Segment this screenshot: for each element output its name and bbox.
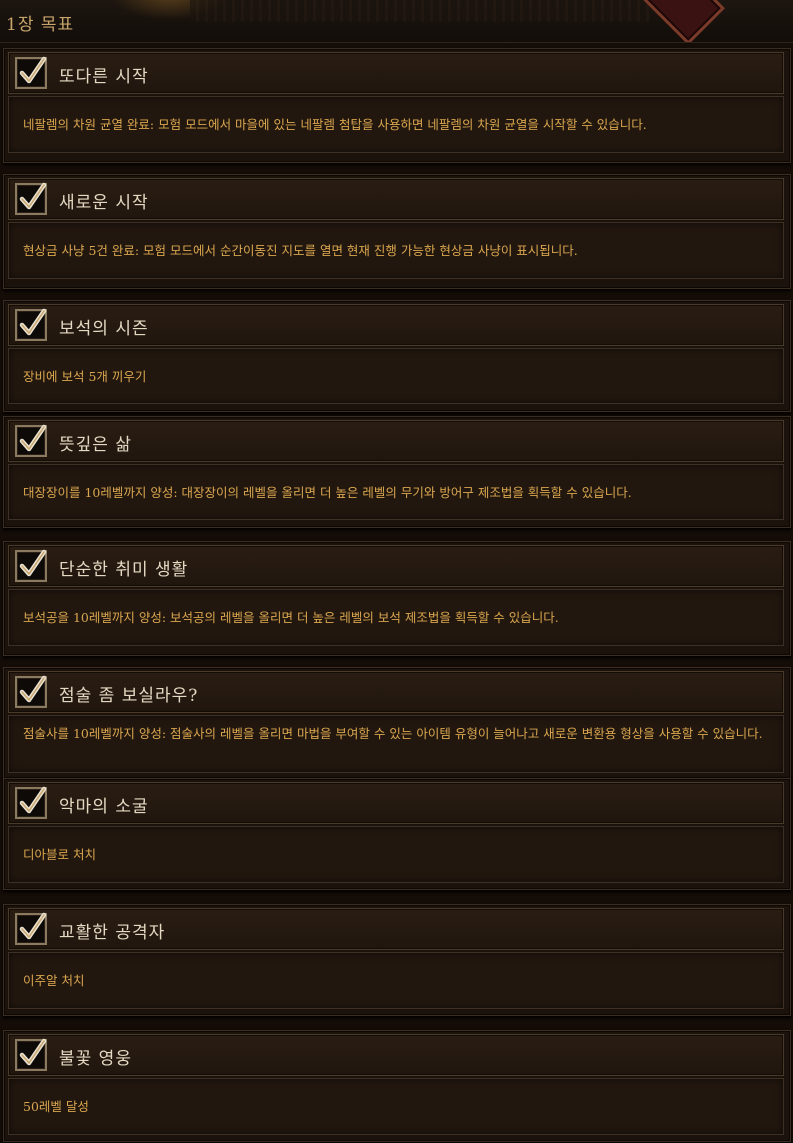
checkmark-icon	[19, 1038, 47, 1066]
achievement-description: 네팔렘의 차원 균열 완료: 모험 모드에서 마을에 있는 네팔렘 첨탑을 사용…	[23, 117, 647, 132]
achievement-title-bar: 악마의 소굴	[8, 782, 784, 824]
achievement-description-box: 장비에 보석 5개 끼우기	[8, 348, 784, 404]
achievement-panel: 새로운 시작 현상금 사냥 5건 완료: 모험 모드에서 순간이동진 지도를 열…	[3, 174, 791, 289]
achievement-checkbox	[15, 424, 47, 457]
achievement-title-bar: 뜻깊은 삶	[8, 420, 784, 462]
achievement-title-bar: 단순한 취미 생활	[8, 545, 784, 587]
checkmark-icon	[19, 56, 47, 84]
achievement-title-bar: 점술 좀 보실라우?	[8, 671, 784, 713]
achievement-title-bar: 또다른 시작	[8, 52, 784, 94]
achievement-description-box: 보석공을 10레벨까지 양성: 보석공의 레벨을 올리면 더 높은 레벨의 보석…	[8, 589, 784, 646]
achievement-description-box: 디아블로 처치	[8, 826, 784, 883]
achievement-checkbox	[15, 786, 47, 819]
checkmark-icon	[19, 308, 47, 336]
achievement-panel: 또다른 시작 네팔렘의 차원 균열 완료: 모험 모드에서 마을에 있는 네팔렘…	[3, 48, 791, 163]
achievement-description-box: 50레벨 달성	[8, 1078, 784, 1135]
achievement-panel: 교활한 공격자 이주알 처치	[3, 904, 791, 1016]
achievement-description-box: 이주알 처치	[8, 952, 784, 1009]
achievement-checkbox	[15, 56, 47, 89]
achievement-title: 불꽃 영웅	[59, 1049, 132, 1069]
header-ornament	[190, 0, 650, 22]
checkmark-icon	[19, 549, 47, 577]
achievement-description-box: 점술사를 10레벨까지 양성: 점술사의 레벨을 올리면 마법을 부여할 수 있…	[8, 715, 784, 773]
achievement-panel: 악마의 소굴 디아블로 처치	[3, 778, 791, 890]
checkmark-icon	[19, 675, 47, 703]
chapter-title: 1장 목표	[6, 15, 75, 35]
achievement-checkbox	[15, 1038, 47, 1071]
checkmark-icon	[19, 912, 47, 940]
achievement-checkbox	[15, 549, 47, 582]
checkmark-icon	[19, 424, 47, 452]
achievement-title-bar: 보석의 시즌	[8, 304, 784, 346]
achievement-title: 점술 좀 보실라우?	[59, 686, 199, 706]
objectives-header: 1장 목표	[0, 0, 793, 43]
achievement-title: 교활한 공격자	[59, 923, 166, 943]
achievement-description-box: 네팔렘의 차원 균열 완료: 모험 모드에서 마을에 있는 네팔렘 첨탑을 사용…	[8, 96, 784, 153]
achievement-description: 점술사를 10레벨까지 양성: 점술사의 레벨을 올리면 마법을 부여할 수 있…	[23, 726, 763, 741]
achievement-description: 이주알 처치	[23, 973, 85, 988]
achievement-description: 디아블로 처치	[23, 847, 96, 862]
emblem-icon	[642, 0, 726, 42]
achievement-checkbox	[15, 912, 47, 945]
achievement-description: 현상금 사냥 5건 완료: 모험 모드에서 순간이동진 지도를 열면 현재 진행…	[23, 243, 578, 258]
achievement-panel: 불꽃 영웅 50레벨 달성	[3, 1030, 791, 1142]
achievement-description-box: 현상금 사냥 5건 완료: 모험 모드에서 순간이동진 지도를 열면 현재 진행…	[8, 222, 784, 279]
achievement-description: 장비에 보석 5개 끼우기	[23, 369, 147, 384]
achievement-title: 뜻깊은 삶	[59, 435, 132, 455]
checkmark-icon	[19, 786, 47, 814]
achievement-title: 새로운 시작	[59, 193, 149, 213]
achievement-checkbox	[15, 182, 47, 215]
achievement-checkbox	[15, 675, 47, 708]
achievement-title-bar: 불꽃 영웅	[8, 1034, 784, 1076]
achievement-panel: 단순한 취미 생활 보석공을 10레벨까지 양성: 보석공의 레벨을 올리면 더…	[3, 541, 791, 656]
achievement-description: 50레벨 달성	[23, 1099, 89, 1114]
checkmark-icon	[19, 182, 47, 210]
achievement-title: 보석의 시즌	[59, 319, 149, 339]
achievement-checkbox	[15, 308, 47, 341]
achievement-description-box: 대장장이를 10레벨까지 양성: 대장장이의 레벨을 올리면 더 높은 레벨의 …	[8, 464, 784, 520]
achievement-panel: 점술 좀 보실라우? 점술사를 10레벨까지 양성: 점술사의 레벨을 올리면 …	[3, 667, 791, 779]
achievement-title-bar: 새로운 시작	[8, 178, 784, 220]
achievement-description: 보석공을 10레벨까지 양성: 보석공의 레벨을 올리면 더 높은 레벨의 보석…	[23, 610, 559, 625]
achievement-panel: 보석의 시즌 장비에 보석 5개 끼우기	[3, 300, 791, 412]
achievement-title: 단순한 취미 생활	[59, 560, 189, 580]
achievement-title: 악마의 소굴	[59, 797, 149, 817]
achievement-panel: 뜻깊은 삶 대장장이를 10레벨까지 양성: 대장장이의 레벨을 올리면 더 높…	[3, 416, 791, 528]
achievement-description: 대장장이를 10레벨까지 양성: 대장장이의 레벨을 올리면 더 높은 레벨의 …	[23, 485, 632, 500]
achievement-title: 또다른 시작	[59, 67, 149, 87]
achievement-title-bar: 교활한 공격자	[8, 908, 784, 950]
